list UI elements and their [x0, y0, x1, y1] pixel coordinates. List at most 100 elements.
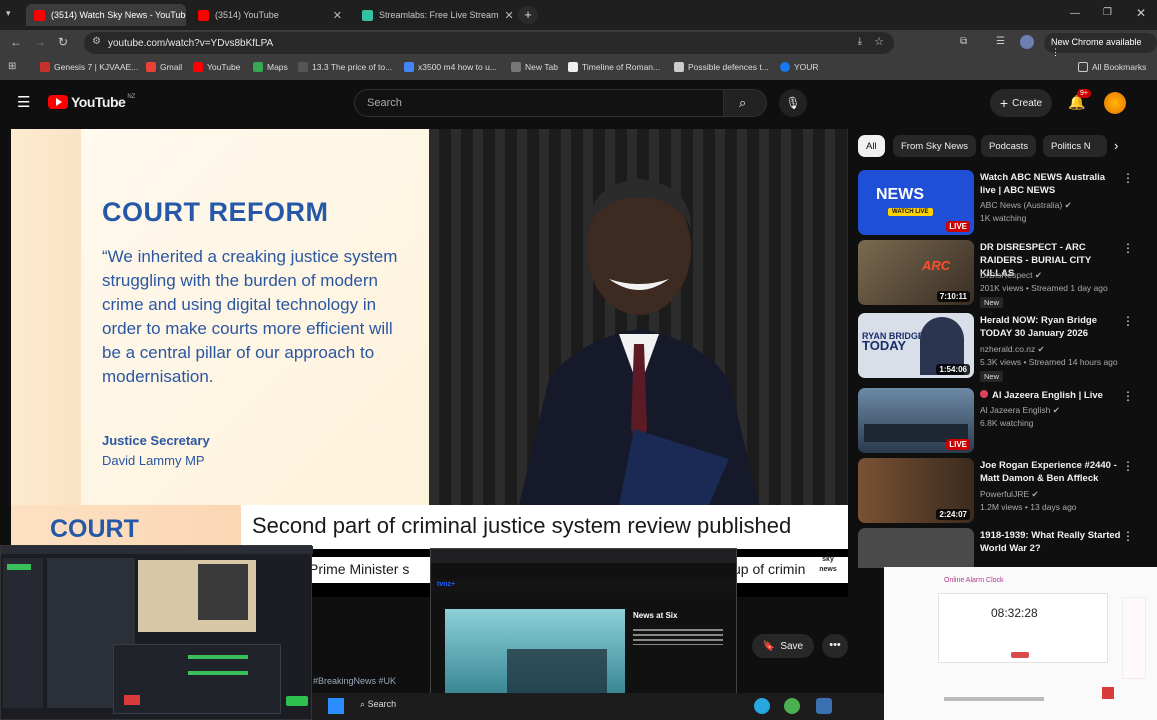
chip-podcasts[interactable]: Podcasts [981, 135, 1037, 157]
live-badge: LIVE [946, 221, 970, 232]
search-icon: ⌕ [739, 95, 747, 110]
account-avatar[interactable] [1104, 92, 1126, 114]
video-thumbnail[interactable]: 2:24:07 [858, 458, 974, 523]
video-thumbnail[interactable]: RYAN BRIDGE TODAY 1:54:06 [858, 313, 974, 378]
search-button[interactable]: ⌕ [723, 89, 767, 117]
tab-youtube[interactable]: (3514) YouTube ✕ [190, 4, 350, 26]
app-taskbar-icon[interactable] [816, 698, 832, 714]
video-thumbnail[interactable] [858, 528, 974, 568]
watch-live-badge: WATCH LIVE [888, 208, 933, 216]
reading-list-icon[interactable]: ☰ [996, 36, 1005, 47]
extensions-icon[interactable]: ⧉ [960, 36, 967, 47]
tab-search-icon[interactable]: ▾ [6, 8, 11, 19]
windows-taskbar: ⌕ Search [312, 693, 884, 720]
chip-politics[interactable]: Politics N [1043, 135, 1107, 157]
search-placeholder: Search [367, 97, 402, 109]
live-dot-icon [980, 390, 988, 398]
more-options-icon[interactable]: ⋮ [1122, 242, 1134, 254]
more-options-icon[interactable]: ⋮ [1122, 390, 1134, 402]
hamburger-menu-icon[interactable]: ☰ [17, 93, 30, 111]
speaker-name: David Lammy MP [102, 453, 205, 468]
bookmark-your[interactable]: YOUR [780, 62, 819, 72]
preview-mixer [113, 644, 281, 714]
chip-from-sky-news[interactable]: From Sky News [893, 135, 977, 157]
youtube-header: ☰ YouTube NZ Search ⌕ 🎙 + Create 🔔 9+ [0, 80, 1157, 126]
apps-grid-icon[interactable]: ⊞ [8, 61, 16, 72]
tab-streamlabs[interactable]: Streamlabs: Free Live Stream ✕ [354, 4, 514, 26]
close-window-icon[interactable]: ✕ [1136, 6, 1146, 20]
forward-arrow-icon[interactable]: → [34, 35, 46, 49]
second-stream-preview: tvnz+ News at Six [430, 548, 737, 708]
video-thumbnail[interactable]: ARC 7:10:11 [858, 240, 974, 305]
recommendation-item[interactable]: ARC 7:10:11 DR DISRESPECT - ARC RAIDERS … [858, 240, 1148, 308]
audio-meter [188, 655, 248, 659]
save-button[interactable]: 🔖 Save [752, 634, 814, 658]
close-tab-icon[interactable]: ✕ [499, 9, 514, 22]
recommendation-title: Watch ABC NEWS Australia live | ABC NEWS [980, 172, 1106, 196]
install-app-icon[interactable]: ⤓ [858, 36, 862, 47]
profile-avatar[interactable] [1020, 35, 1034, 49]
minimize-icon[interactable]: — [1070, 8, 1080, 19]
microphone-icon: 🎙 [785, 96, 801, 110]
recommendation-item[interactable]: RYAN BRIDGE TODAY 1:54:06 Herald NOW: Rya… [858, 313, 1148, 382]
reload-icon[interactable]: ↻ [58, 35, 68, 49]
site-info-icon[interactable]: ⚙ [92, 36, 101, 47]
preview-title-bar [1, 546, 313, 554]
search-input[interactable]: Search [354, 89, 724, 117]
youtube-logo[interactable]: YouTube NZ [48, 94, 135, 110]
maximize-icon[interactable]: ❐ [1103, 7, 1112, 18]
bookmark-youtube[interactable]: YouTube [193, 62, 240, 72]
back-arrow-icon[interactable]: ← [10, 35, 22, 49]
recommendation-item[interactable]: LIVE Al Jazeera English | Live Al Jazeer… [858, 388, 1148, 454]
notification-badge: 9+ [1077, 89, 1091, 98]
bookmark-label: Possible defences t... [688, 62, 769, 72]
chrome-taskbar-icon[interactable] [784, 698, 800, 714]
chips-next-chevron-icon[interactable]: › [1114, 138, 1118, 153]
bookmark-genesis[interactable]: Genesis 7 | KJVAAE... [40, 62, 138, 72]
sky-news-logo: sky news [819, 556, 837, 573]
chip-label: From Sky News [901, 140, 969, 152]
close-tab-icon[interactable]: ✕ [327, 9, 342, 22]
video-thumbnail[interactable]: NEWS WATCH LIVE LIVE [858, 170, 974, 235]
verified-check-icon: ✔ [1031, 489, 1039, 499]
more-actions-button[interactable]: ••• [822, 634, 848, 658]
windows-start-icon[interactable] [328, 698, 344, 714]
new-badge: New [980, 371, 1004, 382]
telegram-icon[interactable] [754, 698, 770, 714]
card-quote: “We inherited a creaking justice system … [102, 247, 398, 386]
voice-search-button[interactable]: 🎙 [779, 89, 807, 117]
more-options-icon[interactable]: ⋮ [1122, 460, 1134, 472]
quote-card: COURT REFORM “We inherited a creaking ju… [81, 129, 429, 505]
recommendation-item[interactable]: 1918-1939: What Really Started World War… [858, 528, 1148, 568]
bookmark-timeline-roman[interactable]: Timeline of Roman... [568, 62, 660, 72]
card-heading: COURT REFORM [102, 197, 329, 227]
bookmark-star-icon[interactable]: ☆ [874, 35, 884, 48]
address-bar[interactable]: ⚙ youtube.com/watch?v=YDvs8bKfLPA ⤓ ☆ [84, 32, 894, 54]
bookmark-possible-defences[interactable]: Possible defences t... [674, 62, 769, 72]
tab-watch-sky-news[interactable]: (3514) Watch Sky News - YouTube ✕ [26, 4, 186, 26]
update-label: New Chrome available [1051, 37, 1142, 47]
more-options-icon[interactable]: ⋮ [1122, 315, 1134, 327]
bookmark-maps[interactable]: Maps [253, 62, 288, 72]
new-chrome-available-button[interactable]: New Chrome available ⋮ [1044, 33, 1157, 57]
recommendation-item[interactable]: 2:24:07 Joe Rogan Experience #2440 - Mat… [858, 458, 1148, 524]
recommendation-item[interactable]: NEWS WATCH LIVE LIVE Watch ABC NEWS Aust… [858, 170, 1148, 236]
clock-title: Online Alarm Clock [944, 577, 1004, 584]
clock-footer-text [944, 697, 1044, 701]
bookmark-new-tab[interactable]: New Tab [511, 62, 558, 72]
notifications-button[interactable]: 🔔 9+ [1068, 89, 1091, 111]
video-thumbnail[interactable]: LIVE [858, 388, 974, 453]
video-player[interactable]: COURT REFORM “We inherited a creaking ju… [11, 129, 848, 597]
all-bookmarks-button[interactable]: All Bookmarks [1078, 62, 1146, 72]
new-tab-button[interactable]: + [518, 6, 538, 24]
chip-all[interactable]: All [858, 135, 885, 157]
bookmark-price[interactable]: 13.3 The price of to... [298, 62, 392, 72]
more-options-icon[interactable]: ⋮ [1122, 172, 1134, 184]
taskbar-search[interactable]: ⌕ Search [360, 699, 396, 710]
bookmark-gmail[interactable]: Gmail [146, 62, 182, 72]
create-button[interactable]: + Create [990, 89, 1052, 117]
video-hashtags[interactable]: #BreakingNews #UK [313, 676, 396, 686]
bookmark-label: YOUR [794, 62, 819, 72]
bookmark-x3500[interactable]: x3500 m4 how to u... [404, 62, 497, 72]
more-options-icon[interactable]: ⋮ [1122, 530, 1134, 542]
